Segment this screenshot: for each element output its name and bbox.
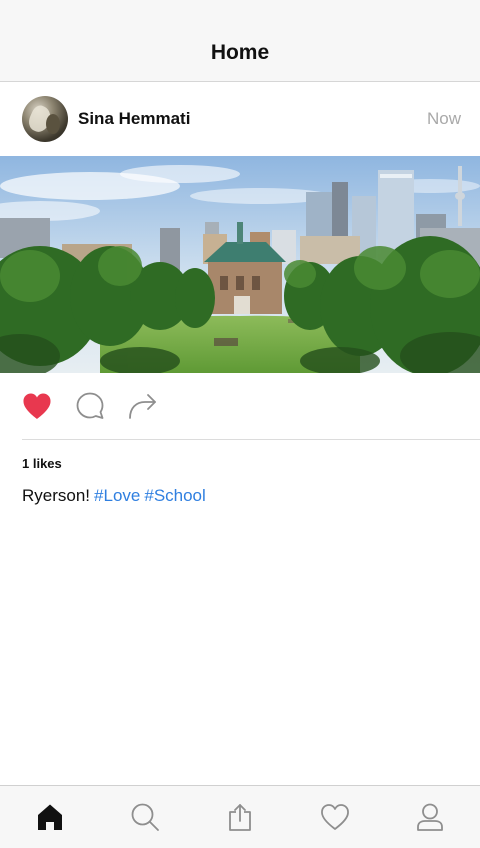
home-screen: Home Sina Hemmati Now 1 likes Ryerson! #…: [0, 0, 480, 848]
heart-filled-icon: [23, 393, 51, 419]
post-author-name[interactable]: Sina Hemmati: [78, 109, 427, 129]
page-title: Home: [210, 41, 270, 64]
like-button[interactable]: [22, 391, 52, 421]
share-arrow-icon: [129, 394, 156, 419]
tab-activity[interactable]: [288, 786, 383, 848]
actions-divider: [22, 439, 480, 440]
profile-icon: [417, 803, 444, 831]
post-timestamp: Now: [426, 109, 461, 128]
post-image[interactable]: [0, 156, 480, 373]
share-button[interactable]: [128, 391, 158, 421]
hashtag-love[interactable]: #Love: [94, 486, 140, 505]
hashtag-school[interactable]: #School: [144, 486, 205, 505]
nav-header: Home: [0, 0, 480, 82]
tab-search[interactable]: [97, 786, 192, 848]
caption-text: Ryerson!: [22, 486, 91, 505]
post-caption: Ryerson! #Love #School: [22, 486, 206, 506]
tab-profile[interactable]: [383, 786, 478, 848]
tab-upload[interactable]: [192, 786, 287, 848]
post-header: Sina Hemmati Now: [0, 82, 480, 156]
heart-icon: [321, 804, 350, 830]
post-actions: [0, 373, 480, 439]
avatar[interactable]: [22, 96, 68, 142]
search-icon: [131, 803, 159, 831]
tab-home[interactable]: [2, 786, 97, 848]
home-icon: [37, 804, 62, 830]
upload-icon: [229, 804, 251, 831]
comment-button[interactable]: [75, 391, 105, 421]
comment-icon: [76, 392, 104, 419]
likes-count[interactable]: 1 likes: [22, 456, 62, 471]
tab-bar: [0, 785, 480, 848]
